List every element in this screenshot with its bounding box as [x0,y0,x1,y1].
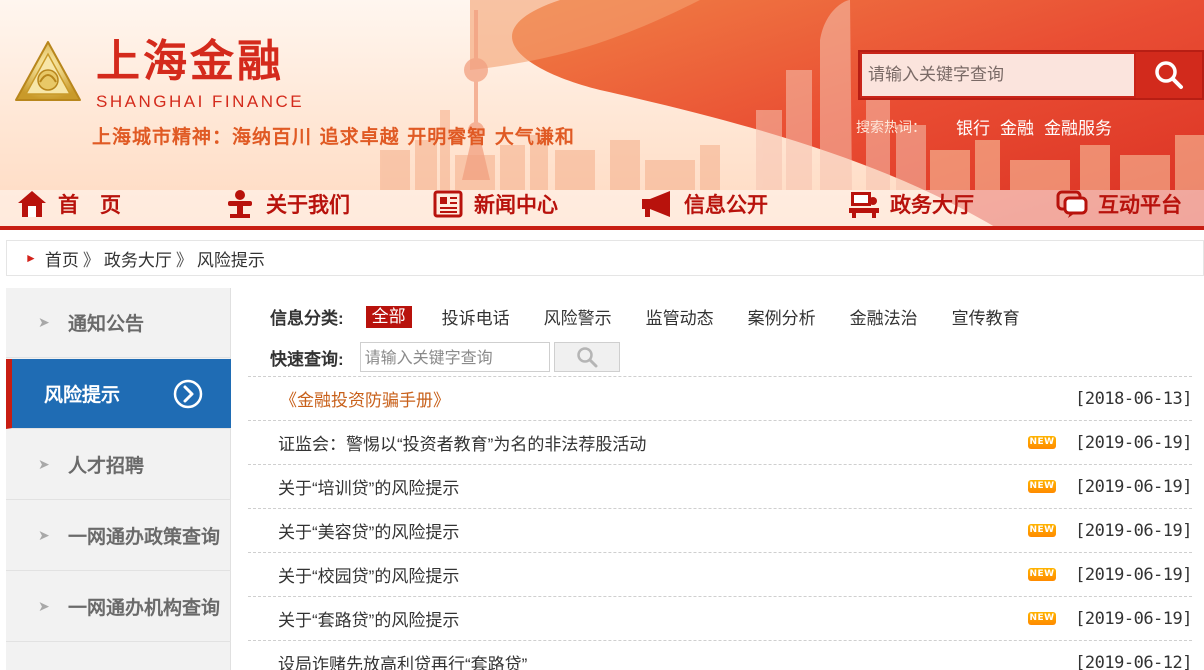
article-title[interactable]: 证监会：警惕以“投资者教育”为名的非法荐股活动 [278,430,646,455]
article-title[interactable]: 关于“套路贷”的风险提示 [278,606,459,631]
city-slogan: 上海城市精神：海纳百川 追求卓越 开明睿智 大气谦和 [92,126,575,148]
quick-search-title: 快速查询: [270,349,344,369]
article-title[interactable]: 关于“美容贷”的风险提示 [278,518,459,543]
quick-search-input[interactable] [359,342,550,372]
hot-search-label: 搜索热词： [856,118,926,135]
site-search [858,50,1204,100]
hot-word[interactable]: 金融服务 [1044,114,1112,139]
category-tab-risk-warning[interactable]: 风险警示 [544,304,612,329]
brand-name-cn: 上海金融 [96,36,284,87]
article-title[interactable]: 设局诈赌先放高利贷再行“套路贷” [278,650,527,670]
breadcrumb-separator: 》 [175,250,193,270]
sidebar-arrow-icon: ➤ [38,527,50,543]
category-tab-case-analysis[interactable]: 案例分析 [748,304,816,329]
hot-word[interactable]: 银行 [956,114,990,139]
new-badge: NEW [1028,524,1056,537]
sidebar-item-label: 通知公告 [68,314,145,335]
chat-bubble-icon [1056,190,1088,218]
newspaper-icon [433,190,463,218]
article-date: [2019-06-19] [1075,432,1192,453]
hot-search-words: 搜索热词： 银行 金融 金融服务 [856,114,1112,139]
category-tab-complaint-hotline[interactable]: 投诉电话 [442,304,510,329]
breadcrumb: ► 首页 》 政务大厅 》 风险提示 [6,240,1204,276]
breadcrumb-home[interactable]: 首页 [45,246,79,271]
new-badge: NEW [1028,436,1056,449]
sidebar-item-label: 人才招聘 [68,456,145,477]
brand-name-en: SHANGHAI FINANCE [96,92,305,111]
nav-item-disclosure[interactable]: 信息公开 [640,184,768,224]
home-icon [18,191,46,217]
nav-item-home[interactable]: 首 页 [16,184,121,224]
breadcrumb-separator: 》 [82,250,100,270]
nav-item-label: 互动平台 [1098,194,1182,217]
nav-item-label: 信息公开 [684,194,768,217]
sidebar: ➤ 通知公告 风险提示 ➤ 人才招聘 ➤ 一网通办政策查询 ➤ 一网通办机构查询 [6,288,231,670]
breadcrumb-service-hall[interactable]: 政务大厅 [104,246,172,271]
category-tab-financial-law[interactable]: 金融法治 [850,304,918,329]
category-tab-education[interactable]: 宣传教育 [952,304,1020,329]
new-badge: NEW [1028,480,1056,493]
article-row[interactable]: 《金融投资防骗手册》 [2018-06-13] [248,376,1192,420]
article-title[interactable]: 关于“校园贷”的风险提示 [278,562,459,587]
nav-item-label: 关于我们 [266,194,350,217]
sidebar-arrow-icon: ➤ [38,598,50,614]
sidebar-arrow-icon: ➤ [38,456,50,472]
sidebar-item-notices[interactable]: ➤ 通知公告 [6,288,231,358]
sidebar-item-label: 一网通办机构查询 [68,598,221,619]
new-badge: NEW [1028,568,1056,581]
nav-item-interaction[interactable]: 互动平台 [1056,184,1182,224]
sidebar-item-recruitment[interactable]: ➤ 人才招聘 [6,430,231,500]
article-date: [2019-06-19] [1075,476,1192,497]
quick-search-button[interactable] [553,342,620,372]
megaphone-icon [642,191,670,217]
article-row[interactable]: 关于“培训贷”的风险提示 NEW [2019-06-19] [248,464,1192,508]
article-row[interactable]: 关于“美容贷”的风险提示 NEW [2019-06-19] [248,508,1192,552]
main-content: 信息分类: 全部 投诉电话 风险警示 监管动态 案例分析 金融法治 宣传教育 快… [248,288,1192,670]
site-search-input[interactable] [862,54,1134,96]
nav-divider [0,226,1204,230]
article-row[interactable]: 证监会：警惕以“投资者教育”为名的非法荐股活动 NEW [2019-06-19] [248,420,1192,464]
logo-emblem [10,38,86,110]
chevron-right-circle-icon [173,379,203,409]
new-badge: NEW [1028,612,1056,625]
article-date: [2018-06-13] [1075,388,1192,409]
article-title[interactable]: 关于“培训贷”的风险提示 [278,474,459,499]
nav-item-label: 政务大厅 [890,194,974,217]
sidebar-arrow-icon: ➤ [38,314,50,330]
breadcrumb-current[interactable]: 风险提示 [197,246,265,271]
main-nav: 首 页 关于我们 新闻中心 信息公开 政务大厅 互动平台 [0,180,1204,226]
sidebar-item-institution-query[interactable]: ➤ 一网通办机构查询 [6,572,231,642]
search-icon [576,347,598,368]
nav-item-news[interactable]: 新闻中心 [432,184,558,224]
article-date: [2019-06-19] [1075,520,1192,541]
article-list: 《金融投资防骗手册》 [2018-06-13] 证监会：警惕以“投资者教育”为名… [248,376,1192,670]
search-icon [1155,61,1183,89]
article-date: [2019-06-19] [1075,608,1192,629]
nav-item-label: 首 页 [58,194,121,217]
hot-word[interactable]: 金融 [1000,114,1034,139]
sidebar-item-label: 风险提示 [44,385,121,406]
sidebar-item-risk-alerts[interactable]: 风险提示 [6,359,231,429]
article-date: [2019-06-19] [1075,564,1192,585]
breadcrumb-arrow-icon: ► [25,251,37,265]
article-row[interactable]: 设局诈赌先放高利贷再行“套路贷” [2019-06-12] [248,640,1192,670]
category-tab-all[interactable]: 全部 [365,305,412,328]
category-filter: 信息分类: 全部 投诉电话 风险警示 监管动态 案例分析 金融法治 宣传教育 [270,304,1054,329]
quick-search: 快速查询: [270,342,620,372]
site-search-button[interactable] [1136,52,1202,98]
nav-item-label: 新闻中心 [474,194,558,217]
filter-title: 信息分类: [270,309,344,328]
sidebar-item-label: 一网通办政策查询 [68,527,221,548]
category-tab-regulatory-news[interactable]: 监管动态 [646,304,714,329]
podium-icon [228,190,252,218]
article-title[interactable]: 《金融投资防骗手册》 [280,386,450,411]
article-row[interactable]: 关于“校园贷”的风险提示 NEW [2019-06-19] [248,552,1192,596]
article-date: [2019-06-12] [1075,652,1192,670]
sidebar-item-policy-query[interactable]: ➤ 一网通办政策查询 [6,501,231,571]
service-desk-icon [849,192,879,218]
article-row[interactable]: 关于“套路贷”的风险提示 NEW [2019-06-19] [248,596,1192,640]
nav-item-service-hall[interactable]: 政务大厅 [848,184,974,224]
nav-item-about[interactable]: 关于我们 [224,184,350,224]
